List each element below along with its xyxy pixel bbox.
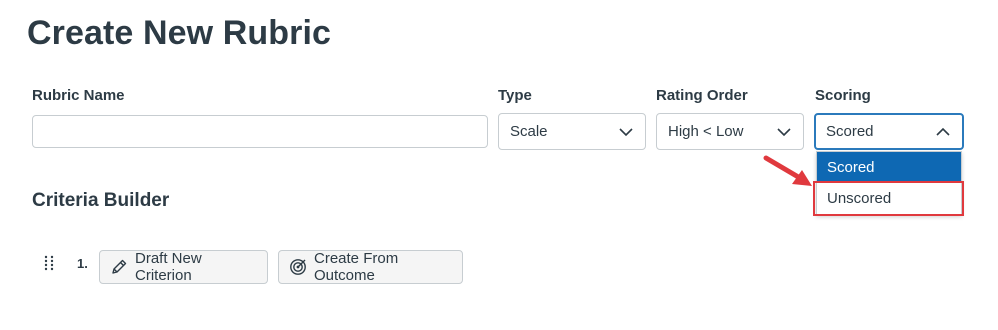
rating-order-label: Rating Order [656, 87, 748, 104]
scoring-option-scored[interactable]: Scored [817, 152, 961, 183]
rubric-name-label: Rubric Name [32, 87, 125, 104]
draft-new-criterion-button[interactable]: Draft New Criterion [99, 250, 268, 284]
type-label: Type [498, 87, 532, 104]
chevron-down-icon [619, 127, 633, 136]
chevron-up-icon [936, 127, 950, 136]
type-select-value: Scale [510, 123, 548, 140]
draft-new-criterion-label: Draft New Criterion [135, 250, 202, 284]
rating-order-select-value: High < Low [668, 123, 744, 140]
scoring-select-value: Scored [826, 123, 874, 140]
annotation-arrow-icon [763, 155, 812, 186]
rubric-name-input[interactable] [32, 115, 488, 148]
rating-order-select[interactable]: High < Low [656, 113, 804, 150]
page-title: Create New Rubric [27, 14, 332, 52]
create-from-outcome-label: Create From Outcome [314, 250, 399, 284]
pencil-icon [112, 259, 127, 274]
create-from-outcome-button[interactable]: Create From Outcome [278, 250, 463, 284]
scoring-label: Scoring [815, 87, 871, 104]
type-select[interactable]: Scale [498, 113, 646, 150]
scoring-option-unscored[interactable]: Unscored [817, 183, 961, 214]
create-rubric-page: Create New Rubric Rubric Name Type Scale… [0, 0, 998, 330]
criteria-builder-title: Criteria Builder [32, 190, 170, 211]
scoring-select[interactable]: Scored [814, 113, 964, 150]
target-icon [290, 259, 306, 275]
drag-handle-icon[interactable] [44, 255, 54, 271]
chevron-down-icon [777, 127, 791, 136]
criterion-row-number: 1. [77, 256, 88, 271]
scoring-dropdown-menu: Scored Unscored [816, 151, 962, 215]
